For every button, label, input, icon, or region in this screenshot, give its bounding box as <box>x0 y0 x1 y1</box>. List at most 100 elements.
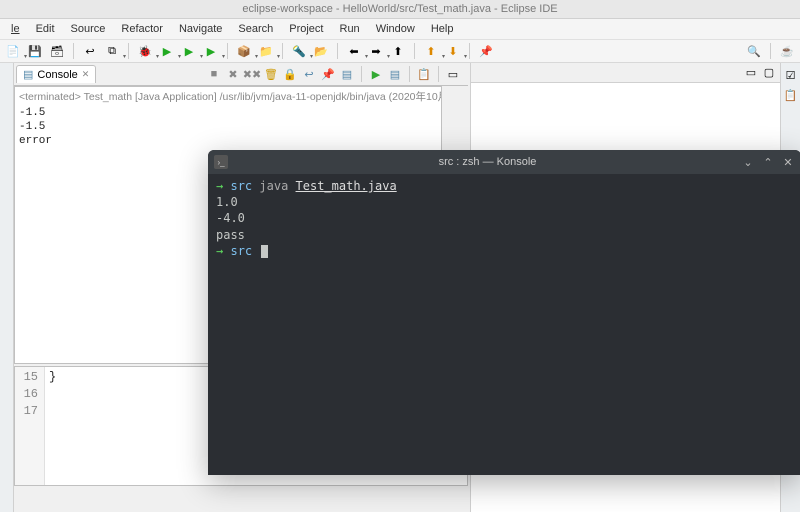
prompt-cmd: java <box>259 179 288 193</box>
terminal-output-line: -4.0 <box>216 210 793 226</box>
terminal-output-line: pass <box>216 227 793 243</box>
remove-all-icon[interactable]: ✖✖ <box>245 67 259 81</box>
pin-console-icon[interactable]: 📌 <box>321 67 335 81</box>
toolbar-sep <box>73 43 74 59</box>
terminate-icon[interactable]: ■ <box>207 67 221 81</box>
menu-window[interactable]: Window <box>369 21 422 37</box>
word-wrap-icon[interactable]: ↩ <box>302 67 316 81</box>
nav-back-button[interactable]: ⬅ <box>346 43 362 59</box>
terminal-cursor <box>261 245 268 258</box>
search-button[interactable]: 🔦 <box>291 43 307 59</box>
scroll-lock-icon[interactable]: 🔒 <box>283 67 297 81</box>
minimize-view-icon[interactable]: ▭ <box>446 67 460 81</box>
nav-up-button[interactable]: ⬆ <box>390 43 406 59</box>
menu-bar: le Edit Source Refactor Navigate Search … <box>0 19 800 40</box>
prompt-arrow-icon: → <box>216 179 223 193</box>
konsole-titlebar[interactable]: ›_ src : zsh — Konsole ⌄ ⌃ ✕ <box>208 150 800 174</box>
run-last-button[interactable]: ▶ <box>203 43 219 59</box>
console-status: <terminated> Test_math [Java Application… <box>15 87 441 106</box>
maximize-icon[interactable]: ▢ <box>762 66 776 80</box>
toolbar-sep <box>770 43 771 59</box>
terminal-line: → src <box>216 243 793 259</box>
console-tab-bar: ▤ Console ✕ ■ ✖ ✖✖ 🗑 🔒 ↩ 📌 ▤ ▶ ▤ 📋 ▭ <box>14 63 468 86</box>
save-all-button[interactable]: 🗃 <box>49 43 65 59</box>
console-tab-close-icon[interactable]: ✕ <box>82 69 90 80</box>
console-tab-label: Console <box>37 69 77 81</box>
line-gutter: 15 16 17 <box>15 367 45 485</box>
right-panel-header: ▭ ▢ <box>471 63 780 83</box>
menu-navigate[interactable]: Navigate <box>172 21 229 37</box>
konsole-close-icon[interactable]: ✕ <box>781 155 795 169</box>
konsole-window[interactable]: ›_ src : zsh — Konsole ⌄ ⌃ ✕ → src java … <box>208 150 800 475</box>
console-line: -1.5 <box>19 121 437 135</box>
line-number: 17 <box>21 403 38 420</box>
line-number: 15 <box>21 369 38 386</box>
undo-button[interactable]: ↩ <box>82 43 98 59</box>
console-output[interactable]: -1.5 -1.5 error <box>15 106 441 149</box>
minimize-icon[interactable]: ▭ <box>744 66 758 80</box>
toolbar-sep <box>337 43 338 59</box>
prev-annotation-button[interactable]: ⬆ <box>423 43 439 59</box>
nav-fwd-button[interactable]: ➡ <box>368 43 384 59</box>
remove-launch-icon[interactable]: ✖ <box>226 67 240 81</box>
toolbar-sep <box>227 43 228 59</box>
toolbar-sep <box>282 43 283 59</box>
code-line: } <box>49 369 56 386</box>
outline-icon[interactable]: 📋 <box>783 87 799 103</box>
prompt-arrow-icon: → <box>216 244 223 258</box>
coverage-button[interactable]: ▶ <box>181 43 197 59</box>
new-package-button[interactable]: 📁 <box>258 43 274 59</box>
console-toolbar: ■ ✖ ✖✖ 🗑 🔒 ↩ 📌 ▤ ▶ ▤ 📋 ▭ <box>207 66 468 82</box>
main-toolbar: 📄 💾 🗃 ↩ ⧉ 🐞 ▶ ▶ ▶ 📦 📁 🔦 📂 ⬅ ➡ ⬆ ⬆ ⬇ 📌 🔍 … <box>0 40 800 63</box>
perspective-java-icon[interactable]: ☕ <box>779 43 795 59</box>
line-number: 16 <box>21 386 38 403</box>
console-line: error <box>19 135 437 149</box>
console-tab[interactable]: ▤ Console ✕ <box>16 65 96 83</box>
menu-edit[interactable]: Edit <box>29 21 62 37</box>
toolbar-sep <box>438 66 439 82</box>
menu-project[interactable]: Project <box>282 21 330 37</box>
open-console-icon[interactable]: ▤ <box>388 67 402 81</box>
terminal-output-line: 1.0 <box>216 194 793 210</box>
left-gutter <box>0 63 14 512</box>
console-icon: ▤ <box>23 68 33 81</box>
new-console-view-icon[interactable]: 📋 <box>417 67 431 81</box>
toolbar-sep <box>128 43 129 59</box>
next-annotation-button[interactable]: ⬇ <box>445 43 461 59</box>
toolbar-sep <box>469 43 470 59</box>
debug-button[interactable]: 🐞 <box>137 43 153 59</box>
menu-search[interactable]: Search <box>231 21 280 37</box>
konsole-maximize-icon[interactable]: ⌃ <box>761 155 775 169</box>
quick-access-icon[interactable]: 🔍 <box>746 43 762 59</box>
menu-run[interactable]: Run <box>333 21 367 37</box>
window-title: eclipse-workspace - HelloWorld/src/Test_… <box>0 0 800 19</box>
konsole-title: src : zsh — Konsole <box>234 156 741 168</box>
konsole-app-icon: ›_ <box>214 155 228 169</box>
save-button[interactable]: 💾 <box>27 43 43 59</box>
new-button[interactable]: 📄 <box>5 43 21 59</box>
editor-content[interactable]: } <box>45 367 60 485</box>
new-class-button[interactable]: 📦 <box>236 43 252 59</box>
open-type-button[interactable]: 📂 <box>313 43 329 59</box>
menu-source[interactable]: Source <box>64 21 113 37</box>
prompt-dir: src <box>230 179 252 193</box>
menu-file[interactable]: le <box>4 21 27 37</box>
console-line: -1.5 <box>19 107 437 121</box>
task-list-icon[interactable]: ☑ <box>783 67 799 83</box>
toggle-button[interactable]: ⧉ <box>104 43 120 59</box>
prompt-file: Test_math.java <box>296 179 397 193</box>
run-button[interactable]: ▶ <box>159 43 175 59</box>
terminal-line: → src java Test_math.java <box>216 178 793 194</box>
konsole-minimize-icon[interactable]: ⌄ <box>741 155 755 169</box>
menu-refactor[interactable]: Refactor <box>114 21 170 37</box>
toolbar-sep <box>361 66 362 82</box>
konsole-terminal[interactable]: → src java Test_math.java 1.0 -4.0 pass … <box>208 174 800 263</box>
menu-help[interactable]: Help <box>424 21 461 37</box>
pin-editor-button[interactable]: 📌 <box>478 43 494 59</box>
show-console-icon[interactable]: ▶ <box>369 67 383 81</box>
toolbar-sep <box>414 43 415 59</box>
prompt-dir: src <box>230 244 252 258</box>
toolbar-sep <box>409 66 410 82</box>
display-console-icon[interactable]: ▤ <box>340 67 354 81</box>
clear-console-icon[interactable]: 🗑 <box>264 67 278 81</box>
